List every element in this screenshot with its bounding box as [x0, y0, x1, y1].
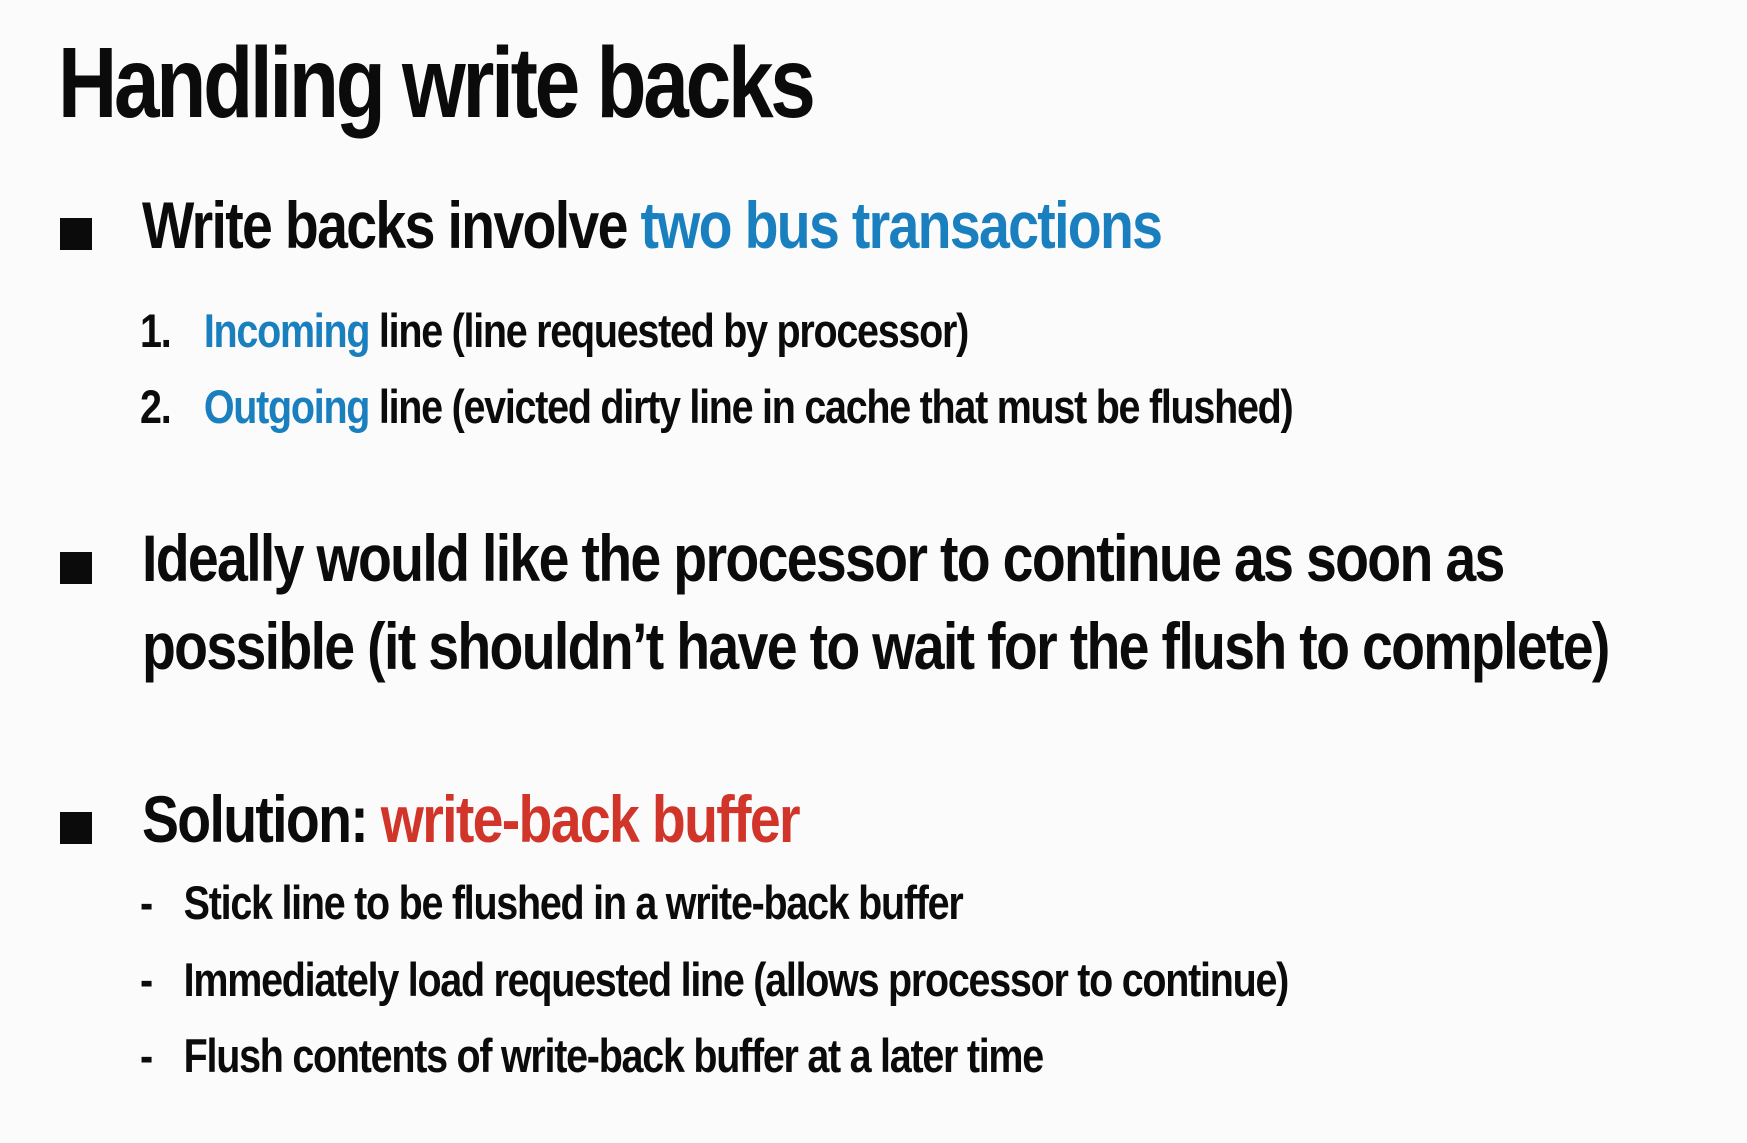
- list-text: Flush contents of write-back buffer at a…: [183, 1029, 1045, 1082]
- list-text: Immediately load requested line (allows …: [183, 953, 1290, 1006]
- bullet-text-line-1: Ideally would like the processor to cont…: [142, 521, 1505, 595]
- square-bullet-icon: [60, 218, 92, 250]
- bullet-text: Solution: write-back buffer: [142, 775, 801, 863]
- bullet-text-line-2: possible (it shouldn’t have to wait for …: [142, 609, 1610, 684]
- list-item: - Immediately load requested line (allows…: [140, 952, 1290, 1008]
- bullet-text-prefix: Solution:: [142, 782, 381, 856]
- square-bullet-icon: [60, 812, 92, 844]
- list-item: - Stick line to be flushed in a write-bac…: [140, 875, 964, 931]
- bullet-text-prefix: Write backs involve: [142, 188, 641, 262]
- list-text: Stick line to be flushed in a write-back…: [183, 876, 964, 929]
- bullet-highlight-write-back-buffer: write-back buffer: [380, 782, 801, 856]
- square-bullet-icon: [60, 552, 92, 584]
- slide-title: Handling write backs: [58, 27, 816, 139]
- slide: Handling write backs Write backs involve…: [0, 0, 1747, 1143]
- bullet-highlight-two-bus-transactions: two bus transactions: [640, 188, 1163, 262]
- dash-marker: -: [140, 1029, 153, 1082]
- dash-marker: -: [140, 953, 153, 1006]
- list-number: 1.: [140, 304, 172, 357]
- bullet-text: Write backs involve two bus transactions: [142, 181, 1163, 269]
- list-item: 1. Incoming line (line requested by proce…: [140, 303, 969, 359]
- list-item: 2. Outgoing line (evicted dirty line in c…: [140, 379, 1294, 435]
- list-highlight: Outgoing: [203, 380, 371, 433]
- bullet-text: Ideally would like the processor to cont…: [142, 514, 1610, 691]
- list-text: line (evicted dirty line in cache that m…: [369, 380, 1294, 433]
- list-highlight: Incoming: [203, 304, 371, 357]
- dash-marker: -: [140, 876, 153, 929]
- list-text: line (line requested by processor): [369, 304, 969, 357]
- list-number: 2.: [140, 380, 172, 433]
- list-item: - Flush contents of write-back buffer at …: [140, 1028, 1045, 1084]
